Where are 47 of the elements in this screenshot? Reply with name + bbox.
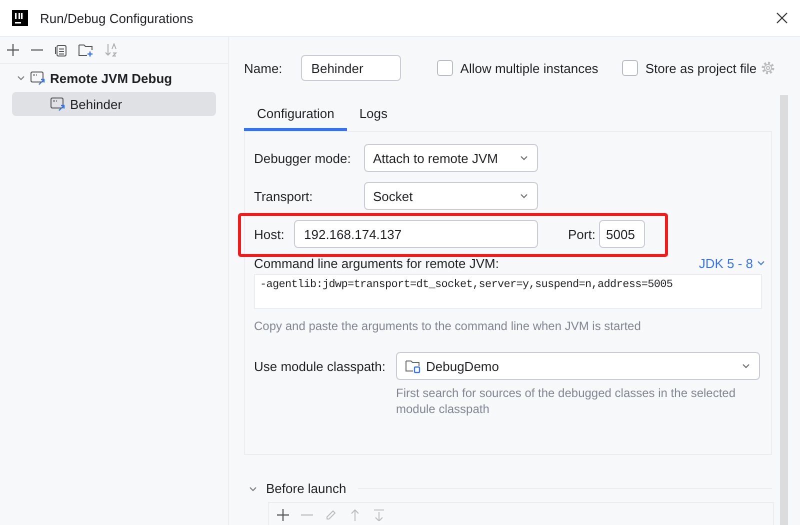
module-classpath-label: Use module classpath: [254,358,387,374]
add-icon[interactable] [6,43,20,57]
tree-item[interactable]: Behinder [12,92,216,116]
checkbox[interactable] [622,60,638,76]
gear-icon[interactable] [760,60,776,76]
tree-item[interactable]: Remote JVM Debug [12,66,216,90]
close-icon[interactable] [776,12,788,24]
remote-debug-icon [50,96,66,112]
host-label: Host: [254,226,286,242]
chevron-down-icon[interactable] [16,73,26,83]
edit-icon[interactable] [325,509,337,521]
command-line-label: Command line arguments for remote JVM: [254,256,499,270]
app-logo-icon [12,10,28,26]
port-label: Port: [568,226,596,242]
new-folder-icon[interactable] [78,43,94,57]
chevron-down-icon [741,361,751,371]
checkbox[interactable] [437,60,454,76]
name-field[interactable]: Behinder [301,55,402,81]
command-line-text[interactable]: -agentlib:jdwp=transport=dt_socket,server=y,suspend=n,address=5005 [254,274,762,309]
add-icon[interactable] [277,509,289,521]
debugger-mode-label: Debugger mode: [254,150,352,166]
debugger-mode-dropdown[interactable]: Attach to remote JVM [364,144,538,172]
jdk-version-dropdown[interactable]: JDK 5 - 8 [696,256,768,270]
move-down-icon[interactable] [373,509,385,521]
module-icon [405,358,421,374]
scrollbar[interactable] [780,95,788,525]
port-field[interactable]: 5005 [599,220,645,248]
move-up-icon[interactable] [349,509,361,521]
section-title[interactable]: Before launch [266,481,346,496]
transport-dropdown[interactable]: Socket [364,182,538,210]
copy-icon[interactable] [54,43,68,57]
remote-debug-icon [30,70,46,86]
module-dropdown[interactable]: DebugDemo [396,352,760,380]
tab[interactable]: Configuration [244,99,348,131]
sort-icon[interactable] [104,43,118,57]
tab[interactable]: Logs [347,99,400,131]
chevron-down-icon [519,153,529,163]
chevron-down-icon [519,191,529,201]
transport-label: Transport: [254,188,314,204]
host-field[interactable]: 192.168.174.137 [294,220,538,248]
chevron-down-icon [756,258,766,268]
checkbox-label[interactable]: Store as project file [645,60,757,76]
name-label: Name: [244,60,282,76]
hint-text: Copy and paste the arguments to the command line when JVM is started [254,318,642,334]
checkbox-label[interactable]: Allow multiple instances [460,60,598,76]
hint-text: First search for sources of the debugged classes in the selected module classpath [396,385,737,417]
window-title: Run/Debug Configurations [40,10,194,26]
